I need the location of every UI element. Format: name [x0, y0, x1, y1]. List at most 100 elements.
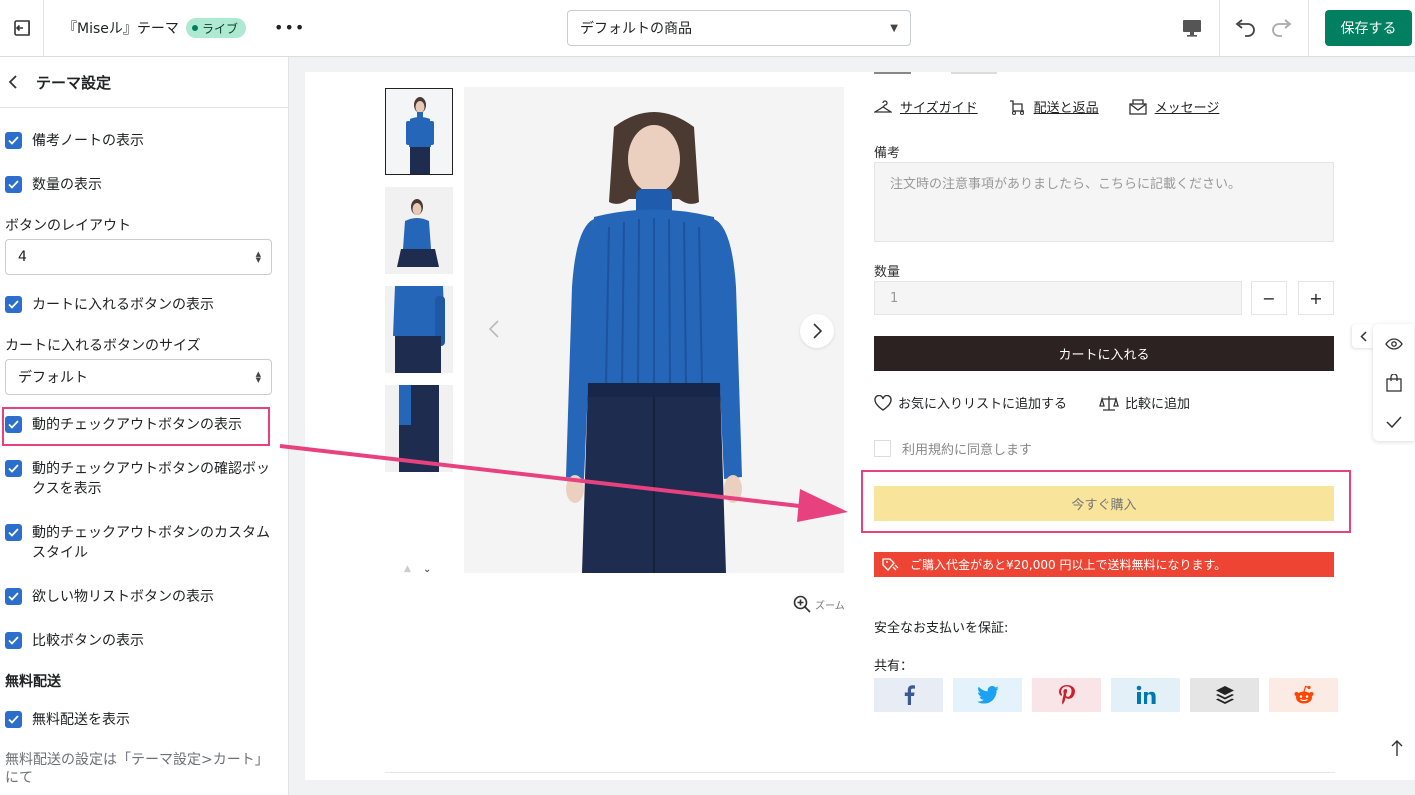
quantity-increase-button[interactable]: +: [1298, 281, 1334, 315]
product-thumbnail[interactable]: [385, 385, 453, 472]
image-prev-button[interactable]: [479, 314, 509, 344]
check-icon: [8, 636, 19, 645]
checkbox-checked[interactable]: [5, 632, 22, 649]
setting-show-compare[interactable]: 比較ボタンの表示: [5, 631, 275, 651]
back-to-top-button[interactable]: [1389, 738, 1405, 758]
check-icon: [8, 528, 19, 537]
zoom-in-icon: [793, 595, 811, 613]
share-reddit-button[interactable]: [1269, 678, 1338, 712]
live-dot-icon: [192, 25, 198, 31]
share-buttons: [874, 678, 1338, 712]
theme-name: 『Miseル』テーマ: [63, 21, 179, 37]
chevron-right-icon: [813, 323, 822, 339]
cart-button-size-value: デフォルト: [18, 370, 88, 386]
quantity-input[interactable]: 1: [874, 281, 1242, 315]
undo-icon: [1235, 19, 1255, 37]
back-button[interactable]: [8, 75, 28, 89]
template-select[interactable]: デフォルトの商品 ▼: [567, 10, 911, 46]
setting-show-note[interactable]: 備考ノートの表示: [5, 131, 275, 151]
setting-show-cart-button[interactable]: カートに入れるボタンの表示: [5, 295, 275, 315]
checkbox-checked[interactable]: [5, 460, 22, 477]
free-shipping-help: 無料配送の設定は「テーマ設定>カート」にて: [5, 752, 269, 786]
share-linkedin-button[interactable]: [1111, 678, 1180, 712]
setting-label: 動的チェックアウトボタンの確認ボックスを表示: [32, 461, 270, 497]
compare-list-button[interactable]: [1384, 412, 1404, 432]
check-icon: [8, 592, 19, 601]
chevron-down-icon[interactable]: ⌄: [423, 564, 431, 575]
product-main-image[interactable]: [464, 87, 844, 573]
quantity-decrease-button[interactable]: −: [1251, 281, 1287, 315]
scale-icon: [1099, 395, 1119, 411]
checkbox-checked[interactable]: [5, 588, 22, 605]
desktop-view-button[interactable]: [1170, 10, 1214, 46]
add-to-wishlist-button[interactable]: お気に入りリストに追加する: [874, 393, 1067, 412]
checkbox-unchecked[interactable]: [874, 440, 891, 457]
checkbox-checked[interactable]: [5, 176, 22, 193]
button-layout-value: 4: [18, 249, 27, 265]
checkbox-checked[interactable]: [5, 524, 22, 541]
live-badge-label: ライブ: [202, 21, 239, 36]
checkbox-checked[interactable]: [5, 132, 22, 149]
product-photo: [386, 89, 452, 174]
setting-dynamic-checkout-custom-style[interactable]: 動的チェックアウトボタンのカスタムスタイル: [5, 523, 275, 563]
save-button[interactable]: 保存する: [1325, 10, 1412, 46]
terms-agreement[interactable]: 利用規約に同意します: [874, 439, 1032, 458]
checkbox-checked[interactable]: [5, 296, 22, 313]
zoom-label: ズーム: [815, 600, 845, 612]
float-toolbar-toggle[interactable]: [1352, 324, 1374, 348]
note-textarea[interactable]: 注文時の注意事項がありましたら、こちらに記載ください。: [874, 162, 1334, 242]
note-label: 備考: [874, 146, 901, 161]
cart-button-size-select[interactable]: デフォルト ▲ ▼: [5, 359, 272, 395]
share-facebook-button[interactable]: [874, 678, 943, 712]
add-to-compare-button[interactable]: 比較に追加: [1099, 393, 1190, 412]
select-arrows-icon: ▲ ▼: [255, 250, 261, 264]
sidebar-title: テーマ設定: [36, 73, 112, 92]
setting-dynamic-checkout-confirm[interactable]: 動的チェックアウトボタンの確認ボックスを表示: [5, 459, 275, 499]
exit-button[interactable]: [0, 0, 44, 56]
setting-label: 比較ボタンの表示: [32, 633, 144, 649]
setting-show-free-shipping[interactable]: 無料配送を表示: [5, 710, 275, 730]
share-buffer-button[interactable]: [1190, 678, 1259, 712]
share-twitter-button[interactable]: [953, 678, 1022, 712]
theme-settings-sidebar: テーマ設定 備考ノートの表示 数量の表示 ボタンのレイアウト 4 ▲ ▼ カートに…: [0, 57, 289, 795]
product-thumbnail[interactable]: [385, 286, 453, 373]
product-photo: [464, 87, 844, 573]
preview-canvas: ▲ ⌄ ズーム サイズガイド 配送と返品 メッセージ 備考 注文時の注意事項があ…: [305, 72, 1415, 780]
check-icon: [1386, 416, 1402, 428]
recently-viewed-button[interactable]: [1384, 334, 1404, 354]
redo-button[interactable]: [1268, 14, 1296, 42]
image-next-button[interactable]: [800, 314, 834, 348]
size-guide-link[interactable]: サイズガイド: [874, 97, 978, 116]
compare-label: 比較に追加: [1125, 397, 1191, 412]
chevron-left-icon: [8, 75, 17, 89]
checkbox-checked[interactable]: [5, 711, 22, 728]
product-thumbnail[interactable]: [385, 88, 453, 175]
chevron-left-icon: [1359, 330, 1367, 342]
setting-show-quantity[interactable]: 数量の表示: [5, 175, 275, 195]
divider: [1308, 0, 1309, 56]
sidebar-header: テーマ設定: [0, 57, 288, 108]
terms-label: 利用規約に同意します: [902, 443, 1033, 458]
setting-show-wishlist[interactable]: 欲しい物リストボタンの表示: [5, 587, 275, 607]
buffer-icon: [1215, 686, 1234, 704]
zoom-button[interactable]: ズーム: [793, 595, 845, 613]
shipping-returns-link[interactable]: 配送と返品: [1008, 97, 1099, 116]
check-icon: [8, 180, 19, 189]
product-photo: [385, 187, 453, 274]
undo-button[interactable]: [1231, 14, 1259, 42]
product-photo: [385, 286, 453, 373]
share-pinterest-button[interactable]: [1032, 678, 1101, 712]
product-thumbnail[interactable]: [385, 187, 453, 274]
note-placeholder: 注文時の注意事項がありましたら、こちらに記載ください。: [890, 177, 1242, 192]
more-actions-button[interactable]: •••: [274, 18, 305, 37]
template-select-value: デフォルトの商品: [580, 21, 692, 37]
message-link[interactable]: メッセージ: [1128, 97, 1219, 116]
exit-icon: [13, 20, 30, 36]
add-to-cart-button[interactable]: カートに入れる: [874, 336, 1334, 371]
cart-button[interactable]: [1384, 373, 1404, 393]
quantity-value: 1: [890, 290, 899, 306]
setting-label: 欲しい物リストボタンの表示: [32, 589, 214, 605]
chevron-up-icon[interactable]: ▲: [404, 564, 411, 574]
setting-label: 無料配送を表示: [32, 712, 130, 728]
button-layout-select[interactable]: 4 ▲ ▼: [5, 239, 272, 275]
